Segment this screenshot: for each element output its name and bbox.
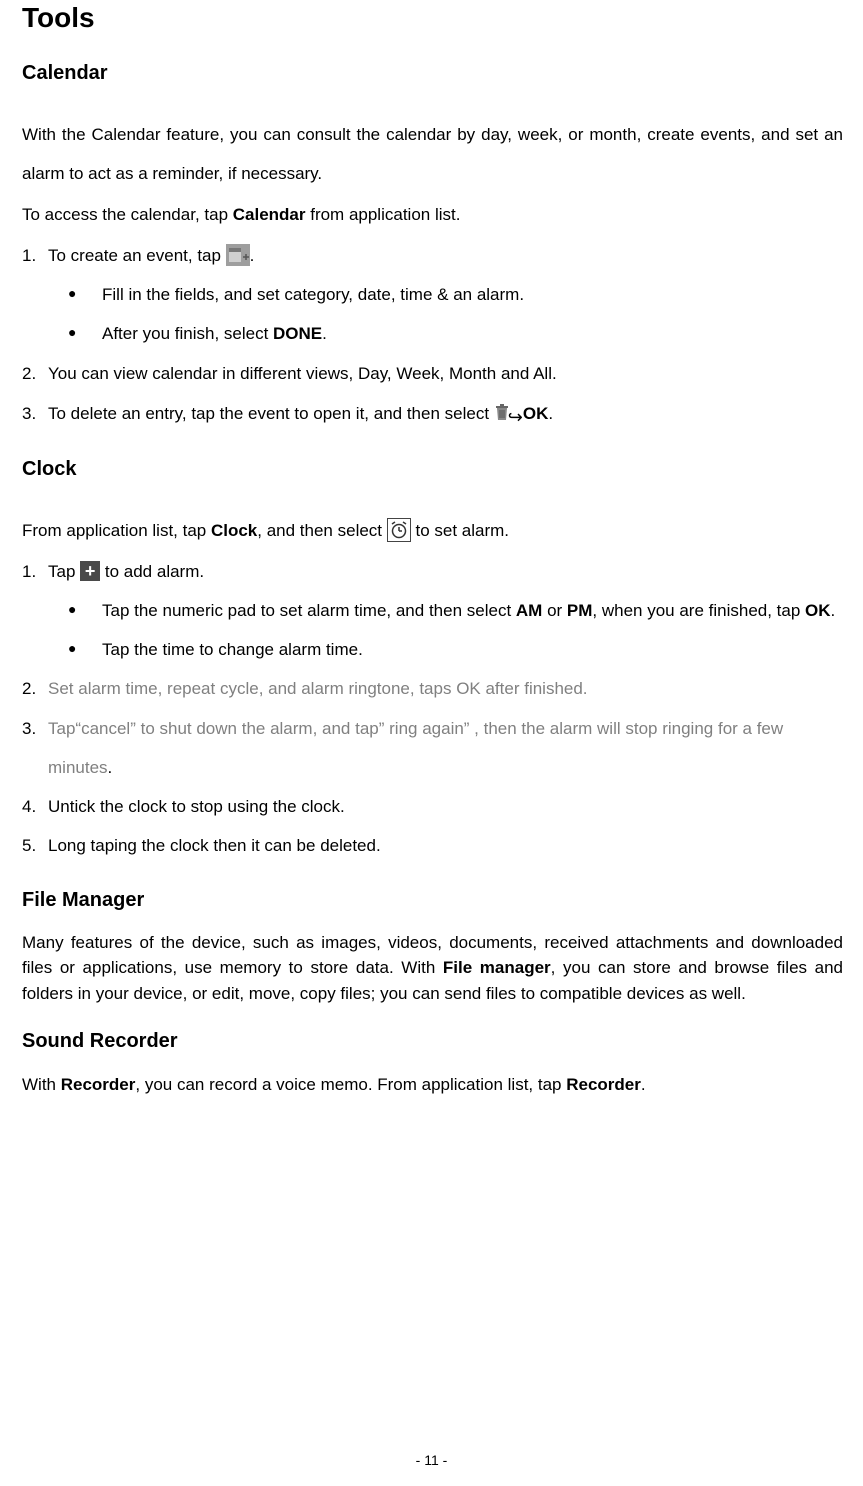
calendar-intro: With the Calendar feature, you can consu… bbox=[22, 115, 843, 193]
page: Tools Calendar With the Calendar feature… bbox=[0, 2, 863, 1486]
plus-icon: + bbox=[80, 561, 100, 581]
list-number: 3. bbox=[22, 394, 48, 433]
list-number: 2. bbox=[22, 354, 48, 393]
heading-calendar: Calendar bbox=[22, 62, 843, 85]
text: To delete an entry, tap the event to ope… bbox=[48, 404, 494, 423]
text-bold: Recorder bbox=[566, 1075, 641, 1094]
list-number: 5. bbox=[22, 826, 48, 865]
heading-sound-recorder: Sound Recorder bbox=[22, 1030, 843, 1053]
list-item: 1. Tap + to add alarm. bbox=[22, 552, 843, 591]
list-number: 4. bbox=[22, 787, 48, 826]
list-item: ● Fill in the fields, and set category, … bbox=[22, 275, 843, 314]
text: To create an event, tap bbox=[48, 246, 226, 265]
heading-clock: Clock bbox=[22, 458, 843, 481]
list-body: To delete an entry, tap the event to ope… bbox=[48, 393, 843, 434]
text: , when you are finished, tap bbox=[592, 601, 805, 620]
text: , and then select bbox=[257, 521, 386, 540]
list-body: Set alarm time, repeat cycle, and alarm … bbox=[48, 669, 843, 708]
text: To access the calendar, tap bbox=[22, 205, 233, 224]
list-item: 3. To delete an entry, tap the event to … bbox=[22, 393, 843, 434]
bullet-icon: ● bbox=[68, 275, 102, 311]
file-manager-text: Many features of the device, such as ima… bbox=[22, 930, 843, 1007]
text: . bbox=[250, 246, 255, 265]
text: From application list, tap bbox=[22, 521, 211, 540]
list-number: 3. bbox=[22, 709, 48, 748]
text-bold: Recorder bbox=[61, 1075, 136, 1094]
list-item: 2. Set alarm time, repeat cycle, and ala… bbox=[22, 669, 843, 708]
list-number: 1. bbox=[22, 552, 48, 591]
calendar-access: To access the calendar, tap Calendar fro… bbox=[22, 195, 843, 234]
text-bold: AM bbox=[516, 601, 542, 620]
text-bold: Clock bbox=[211, 521, 257, 540]
list-body: Untick the clock to stop using the clock… bbox=[48, 787, 843, 826]
text: . bbox=[641, 1075, 646, 1094]
list-body: Tap + to add alarm. bbox=[48, 552, 843, 591]
list-item: 2. You can view calendar in different vi… bbox=[22, 354, 843, 393]
text: . bbox=[322, 324, 327, 343]
list-body: You can view calendar in different views… bbox=[48, 354, 843, 393]
bullet-icon: ● bbox=[68, 314, 102, 350]
list-item: 3. Tap“cancel” to shut down the alarm, a… bbox=[22, 709, 843, 787]
bullet-icon: ● bbox=[68, 630, 102, 666]
list-body: After you finish, select DONE. bbox=[102, 314, 843, 353]
text: . bbox=[831, 601, 836, 620]
page-number: - 11 - bbox=[0, 1452, 863, 1468]
arrow-icon: ↪ bbox=[508, 397, 523, 438]
text: to set alarm. bbox=[415, 521, 509, 540]
text: from application list. bbox=[306, 205, 461, 224]
text: , you can record a voice memo. From appl… bbox=[135, 1075, 566, 1094]
text: With bbox=[22, 1075, 61, 1094]
text-bold: DONE bbox=[273, 324, 322, 343]
heading-file-manager: File Manager bbox=[22, 889, 843, 912]
text-bold: Calendar bbox=[233, 205, 306, 224]
text-bold: OK bbox=[805, 601, 831, 620]
list-item: 1. To create an event, tap . bbox=[22, 236, 843, 275]
text: or bbox=[542, 601, 567, 620]
list-item: ● Tap the time to change alarm time. bbox=[22, 630, 843, 669]
text: With the Calendar feature, you can consu… bbox=[22, 125, 843, 183]
text: . bbox=[548, 404, 553, 423]
list-body: Long taping the clock then it can be del… bbox=[48, 826, 843, 865]
list-item: ● After you finish, select DONE. bbox=[22, 314, 843, 353]
list-body: Fill in the fields, and set category, da… bbox=[102, 275, 843, 314]
list-body: Tap the numeric pad to set alarm time, a… bbox=[102, 591, 843, 630]
text: Tap the numeric pad to set alarm time, a… bbox=[102, 601, 516, 620]
list-item: 4. Untick the clock to stop using the cl… bbox=[22, 787, 843, 826]
list-body: Tap the time to change alarm time. bbox=[102, 630, 843, 669]
page-title: Tools bbox=[22, 2, 843, 34]
text: After you finish, select bbox=[102, 324, 273, 343]
text-bold: OK bbox=[523, 404, 549, 423]
text-bold: File manager bbox=[443, 958, 551, 977]
list-body: To create an event, tap . bbox=[48, 236, 843, 275]
alarm-clock-icon bbox=[387, 518, 411, 542]
text: to add alarm. bbox=[105, 562, 204, 581]
text-bold: PM bbox=[567, 601, 593, 620]
list-item: ● Tap the numeric pad to set alarm time,… bbox=[22, 591, 843, 630]
list-body: Tap“cancel” to shut down the alarm, and … bbox=[48, 709, 843, 787]
text: Tap bbox=[48, 562, 80, 581]
text-gray: Tap“cancel” to shut down the alarm, and … bbox=[48, 719, 783, 777]
new-event-icon bbox=[226, 244, 250, 266]
list-number: 1. bbox=[22, 236, 48, 275]
clock-intro: From application list, tap Clock, and th… bbox=[22, 511, 843, 550]
list-item: 5. Long taping the clock then it can be … bbox=[22, 826, 843, 865]
sound-recorder-text: With Recorder, you can record a voice me… bbox=[22, 1071, 843, 1098]
list-number: 2. bbox=[22, 669, 48, 708]
text: . bbox=[108, 758, 113, 777]
bullet-icon: ● bbox=[68, 591, 102, 627]
